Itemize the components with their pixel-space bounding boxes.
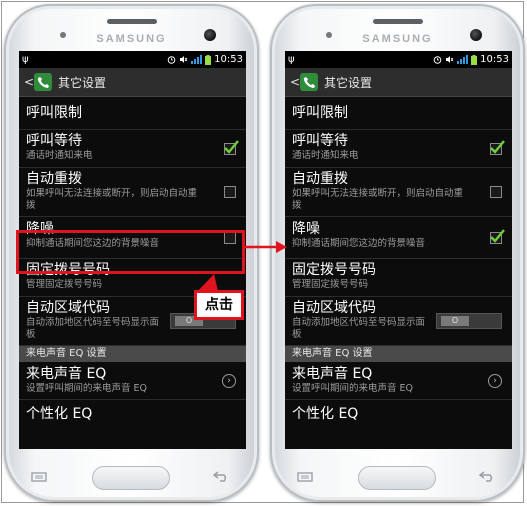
list-item-fixed-dialing[interactable]: 固定拨号号码 管理固定拨号号码	[285, 259, 512, 297]
menu-key-icon[interactable]	[297, 472, 313, 482]
phone-app-icon	[34, 73, 52, 91]
mute-icon	[180, 56, 188, 63]
item-label: 固定拨号号码	[292, 262, 376, 278]
list-item-call-barring[interactable]: 呼叫限制	[285, 97, 512, 130]
check-icon	[490, 228, 505, 243]
brand-logo: SAMSUNG	[96, 33, 167, 45]
back-icon[interactable]: <	[24, 75, 34, 89]
mute-icon	[446, 56, 454, 63]
item-summary: 设置呼叫期间的来电声音 EQ	[292, 383, 414, 394]
item-label: 自动重拨	[292, 171, 348, 187]
home-button[interactable]	[358, 466, 436, 490]
item-summary: 管理固定拨号号码	[292, 279, 369, 290]
back-key-icon[interactable]	[479, 470, 495, 482]
status-bar: ψ 10:53	[19, 51, 246, 68]
list-item-incoming-eq[interactable]: 来电声音 EQ 设置呼叫期间的来电声音 EQ ›	[19, 362, 246, 400]
list-item-auto-redial[interactable]: 自动重拨 如果呼叫无法连接或断开，则启动自动重拨	[285, 168, 512, 217]
noise-reduction-checkbox[interactable]	[490, 228, 505, 244]
hardware-keys	[270, 454, 525, 498]
item-label: 降噪	[292, 221, 320, 237]
highlight-box	[16, 230, 245, 274]
item-summary: 通话时通知来电	[292, 150, 359, 161]
list-item-personal-eq[interactable]: 个性化 EQ	[285, 400, 512, 428]
item-label: 呼叫限制	[26, 105, 82, 121]
action-bar: < 其它设置	[19, 68, 246, 97]
call-waiting-checkbox[interactable]	[490, 139, 505, 155]
list-item-auto-area-code[interactable]: 自动区域代码 自动添加地区代码至号码显示面板 O	[285, 297, 512, 346]
screen-right: ψ 10:53 < 其它设置 呼叫限制 呼叫等待 通话时通知来电 自动重拨 如果…	[285, 51, 512, 449]
auto-redial-checkbox[interactable]	[224, 186, 236, 198]
switch-knob: O	[441, 316, 469, 326]
status-time: 10:53	[480, 54, 509, 65]
auto-redial-checkbox[interactable]	[490, 186, 502, 198]
alarm-icon	[433, 56, 442, 64]
phone-right: SAMSUNG ψ 10:53 < 其它设置 呼叫限制 呼叫等待 通话时通知来电	[270, 4, 525, 502]
item-label: 来电声音 EQ	[292, 366, 373, 382]
usb-icon: ψ	[22, 54, 29, 65]
section-header: 来电声音 EQ 设置	[19, 346, 246, 362]
list-item-call-waiting[interactable]: 呼叫等待 通话时通知来电	[285, 130, 512, 168]
tap-callout: 点击	[194, 290, 244, 320]
status-time: 10:53	[214, 54, 243, 65]
item-summary: 自动添加地区代码至号码显示面板	[292, 317, 426, 340]
section-header: 来电声音 EQ 设置	[285, 346, 512, 362]
home-button[interactable]	[92, 466, 170, 490]
item-summary: 管理固定拨号号码	[26, 279, 103, 290]
usb-icon: ψ	[288, 54, 295, 65]
item-summary: 设置呼叫期间的来电声音 EQ	[26, 383, 148, 394]
signal-icon	[191, 55, 203, 64]
item-summary: 通话时通知来电	[26, 150, 93, 161]
signal-icon	[457, 55, 469, 64]
battery-icon	[471, 54, 478, 65]
item-summary: 如果呼叫无法连接或断开，则启动自动重拨	[292, 188, 464, 211]
brand-logo: SAMSUNG	[362, 33, 433, 45]
item-label: 呼叫限制	[292, 105, 348, 121]
back-key-icon[interactable]	[213, 470, 229, 482]
item-summary: 如果呼叫无法连接或断开，则启动自动重拨	[26, 188, 198, 211]
page-title: 其它设置	[58, 75, 107, 90]
check-icon	[490, 139, 505, 154]
item-label: 个性化 EQ	[26, 406, 93, 422]
speaker-grille	[107, 19, 157, 24]
chevron-right-icon: ›	[222, 373, 236, 388]
arrow-right-icon	[242, 241, 287, 253]
phone-app-icon	[300, 73, 318, 91]
auto-area-code-switch[interactable]: O	[436, 313, 502, 329]
item-label: 呼叫等待	[26, 133, 82, 149]
list-item-call-barring[interactable]: 呼叫限制	[19, 97, 246, 130]
list-item-noise-reduction[interactable]: 降噪 抑制通话期间您这边的背景噪音	[285, 217, 512, 259]
hardware-keys	[4, 454, 259, 498]
menu-key-icon[interactable]	[31, 472, 47, 482]
speaker-grille	[373, 19, 423, 24]
alarm-icon	[167, 56, 176, 64]
chevron-right-icon: ›	[488, 373, 502, 388]
item-summary: 抑制通话期间您这边的背景噪音	[292, 238, 426, 249]
item-label: 来电声音 EQ	[26, 366, 107, 382]
call-waiting-checkbox[interactable]	[224, 139, 239, 155]
item-label: 呼叫等待	[292, 133, 348, 149]
page-title: 其它设置	[324, 75, 373, 90]
item-label: 自动重拨	[26, 171, 82, 187]
action-bar: < 其它设置	[285, 68, 512, 97]
check-icon	[224, 139, 239, 154]
back-icon[interactable]: <	[290, 75, 300, 89]
list-item-auto-redial[interactable]: 自动重拨 如果呼叫无法连接或断开，则启动自动重拨	[19, 168, 246, 217]
item-summary: 自动添加地区代码至号码显示面板	[26, 317, 160, 340]
status-bar: ψ 10:53	[285, 51, 512, 68]
list-item-incoming-eq[interactable]: 来电声音 EQ 设置呼叫期间的来电声音 EQ ›	[285, 362, 512, 400]
list-item-call-waiting[interactable]: 呼叫等待 通话时通知来电	[19, 130, 246, 168]
list-item-personal-eq[interactable]: 个性化 EQ	[19, 400, 246, 428]
battery-icon	[205, 54, 212, 65]
item-label: 个性化 EQ	[292, 406, 359, 422]
